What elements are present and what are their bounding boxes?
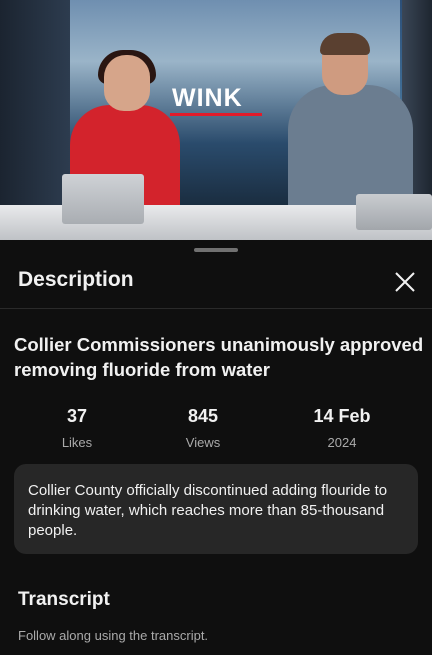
close-icon <box>395 272 415 292</box>
drag-handle[interactable] <box>194 248 238 252</box>
sheet-divider <box>0 308 432 309</box>
studio-wall-left <box>0 0 70 240</box>
stat-likes: 37 Likes <box>17 404 137 452</box>
description-text: Collier County officially discontinued a… <box>28 482 388 539</box>
stat-value: 37 <box>66 406 88 426</box>
anchor-left-head <box>104 55 150 111</box>
stat-date: 14 Feb 2024 <box>282 404 402 452</box>
anchor-right <box>288 85 413 210</box>
sheet-title: Description <box>18 268 134 291</box>
stat-label: 2024 <box>327 435 357 450</box>
description-box[interactable]: Collier County officially discontinued a… <box>14 464 418 554</box>
transcript-heading: Transcript <box>18 589 110 610</box>
video-title: Collier Commissioners unanimously approv… <box>14 334 424 380</box>
station-logo: WINK <box>172 84 243 112</box>
stat-value: 14 Feb <box>313 406 371 426</box>
close-button[interactable] <box>388 265 422 299</box>
video-player[interactable]: WINK <box>0 0 432 240</box>
laptop-right <box>356 194 432 230</box>
stat-value: 845 <box>187 406 219 426</box>
description-sheet: Description Collier Commissioners unanim… <box>0 240 432 655</box>
transcript-subtitle: Follow along using the transcript. <box>18 628 209 643</box>
stat-label: Views <box>185 435 221 450</box>
video-stats: 37 Likes 845 Views 14 Feb 2024 <box>0 404 432 454</box>
stat-views: 845 Views <box>143 404 263 452</box>
anchor-right-hair <box>320 33 370 55</box>
station-logo-underline <box>170 113 262 116</box>
stat-label: Likes <box>61 435 93 450</box>
laptop-left <box>62 174 144 224</box>
